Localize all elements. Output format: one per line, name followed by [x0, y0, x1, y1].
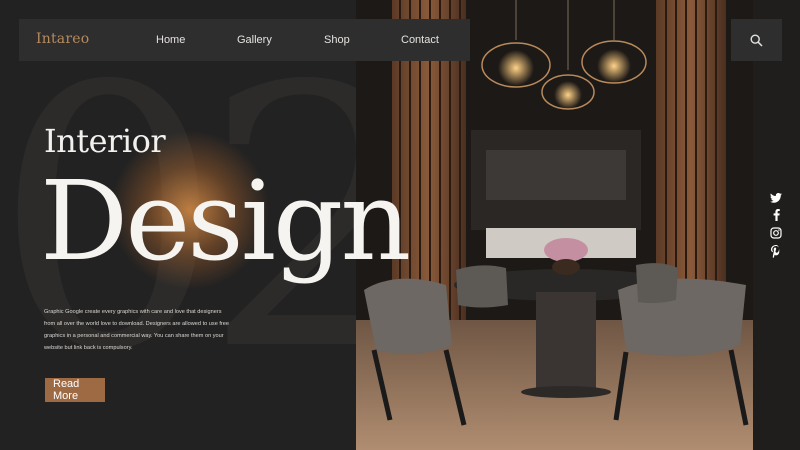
hero-title: Design: [40, 157, 411, 285]
navbar: Intareo Home Gallery Shop Contact: [19, 19, 470, 61]
hero-description: Graphic Google create every graphics wit…: [44, 309, 230, 351]
nav-link-contact[interactable]: Contact: [401, 34, 439, 46]
pinterest-icon[interactable]: [768, 244, 784, 258]
read-more-button[interactable]: Read More: [45, 378, 105, 402]
landing-page: 02: [0, 0, 800, 450]
hero-subtitle: Interior: [44, 122, 166, 160]
search-icon: [750, 33, 763, 47]
search-button[interactable]: [731, 19, 782, 61]
instagram-icon[interactable]: [768, 226, 784, 240]
nav-link-home[interactable]: Home: [156, 34, 185, 46]
brand-logo[interactable]: Intareo: [36, 31, 89, 47]
dining-room-illustration: [356, 0, 753, 450]
right-rail: [753, 0, 800, 450]
nav-link-gallery[interactable]: Gallery: [237, 34, 272, 46]
twitter-icon[interactable]: [768, 191, 784, 205]
facebook-icon[interactable]: [768, 208, 784, 222]
hero-photo: [356, 0, 753, 450]
nav-link-shop[interactable]: Shop: [324, 34, 350, 46]
